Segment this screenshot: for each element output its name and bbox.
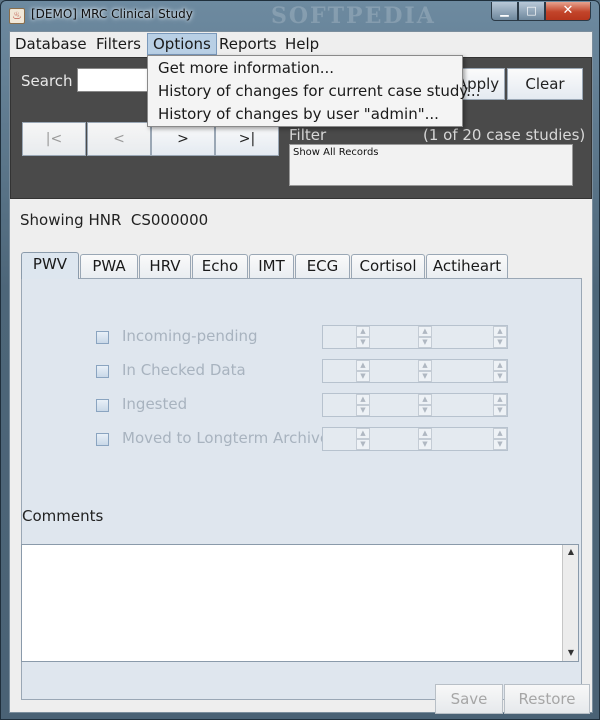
spin-down-icon[interactable]: ▼ [356, 439, 370, 450]
status-label: Ingested [122, 395, 188, 413]
spin-up-icon[interactable]: ▲ [418, 394, 432, 405]
spin-up-icon[interactable]: ▲ [493, 326, 507, 337]
app-icon[interactable]: ♨ [9, 8, 25, 24]
spin-up-icon[interactable]: ▲ [493, 360, 507, 371]
date-stepper[interactable]: ▲ ▼ ▲ ▼ ▲ ▼ [322, 427, 508, 451]
menu-options[interactable]: Options [147, 33, 217, 55]
status-row: In Checked Data ▲ ▼ ▲ ▼ ▲ ▼ [22, 359, 583, 383]
tab-cortisol[interactable]: Cortisol [351, 254, 425, 278]
status-label: Incoming-pending [122, 327, 258, 345]
spin-down-icon[interactable]: ▼ [418, 337, 432, 348]
spin-up-icon[interactable]: ▲ [356, 360, 370, 371]
spin-up-icon[interactable]: ▲ [493, 428, 507, 439]
client-area: Database Filters Options Reports Help Se… [9, 31, 593, 714]
spin-up-icon[interactable]: ▲ [356, 394, 370, 405]
record-indicator: Showing HNR CS000000 [20, 211, 208, 229]
close-button[interactable]: ✕ [545, 2, 591, 21]
spin-up-icon[interactable]: ▲ [418, 428, 432, 439]
menu-database[interactable]: Database [10, 33, 92, 55]
spin-down-icon[interactable]: ▼ [418, 439, 432, 450]
incoming-pending-checkbox[interactable] [96, 331, 109, 344]
date-stepper[interactable]: ▲ ▼ ▲ ▼ ▲ ▼ [322, 393, 508, 417]
ingested-checkbox[interactable] [96, 399, 109, 412]
filter-count: (1 of 20 case studies) [423, 126, 586, 144]
date-stepper[interactable]: ▲ ▼ ▲ ▼ ▲ ▼ [322, 325, 508, 349]
record-id: CS000000 [130, 211, 209, 229]
spin-down-icon[interactable]: ▼ [356, 405, 370, 416]
tab-imt[interactable]: IMT [249, 254, 294, 278]
spin-up-icon[interactable]: ▲ [493, 394, 507, 405]
spin-down-icon[interactable]: ▼ [356, 337, 370, 348]
spin-down-icon[interactable]: ▼ [418, 405, 432, 416]
save-button[interactable]: Save [435, 684, 503, 714]
tab-pwa[interactable]: PWA [80, 254, 138, 278]
spin-down-icon[interactable]: ▼ [356, 371, 370, 382]
filter-list-item[interactable]: Show All Records [293, 147, 379, 158]
menu-reports[interactable]: Reports [214, 33, 282, 55]
search-label: Search [21, 72, 73, 90]
application-window: ♨ [DEMO] MRC Clinical Study SOFTPEDIA ▁ … [0, 0, 600, 720]
window-title: [DEMO] MRC Clinical Study [31, 7, 193, 21]
status-row: Ingested ▲ ▼ ▲ ▼ ▲ ▼ [22, 393, 583, 417]
status-row: Incoming-pending ▲ ▼ ▲ ▼ ▲ ▼ [22, 325, 583, 349]
filter-list[interactable]: Show All Records [289, 144, 573, 186]
spin-up-icon[interactable]: ▲ [418, 360, 432, 371]
next-record-button[interactable]: > [151, 122, 215, 156]
tab-pwv[interactable]: PWV [21, 252, 79, 279]
tab-actiheart[interactable]: Actiheart [426, 254, 508, 278]
status-row: Moved to Longterm Archive ▲ ▼ ▲ ▼ ▲ ▼ [22, 427, 583, 451]
spin-down-icon[interactable]: ▼ [493, 439, 507, 450]
status-label: In Checked Data [122, 361, 246, 379]
comments-label: Comments [22, 507, 104, 525]
menu-help[interactable]: Help [280, 33, 324, 55]
options-dropdown: Get more information... History of chang… [147, 55, 480, 127]
menu-filters[interactable]: Filters [91, 33, 146, 55]
first-record-button[interactable]: |< [22, 122, 86, 156]
minimize-button[interactable]: ▁ [491, 2, 518, 21]
status-label: Moved to Longterm Archive [122, 429, 330, 447]
filter-label: Filter [289, 126, 327, 144]
title-bar[interactable]: ♨ [DEMO] MRC Clinical Study SOFTPEDIA ▁ … [1, 1, 600, 31]
tab-ecg[interactable]: ECG [295, 254, 350, 278]
date-stepper[interactable]: ▲ ▼ ▲ ▼ ▲ ▼ [322, 359, 508, 383]
menu-item-history-by-user[interactable]: History of changes by user "admin"... [158, 105, 439, 127]
spin-up-icon[interactable]: ▲ [356, 428, 370, 439]
last-record-button[interactable]: >| [215, 122, 279, 156]
spin-up-icon[interactable]: ▲ [356, 326, 370, 337]
spin-up-icon[interactable]: ▲ [418, 326, 432, 337]
in-checked-data-checkbox[interactable] [96, 365, 109, 378]
comments-textarea[interactable] [21, 544, 579, 662]
spin-down-icon[interactable]: ▼ [493, 337, 507, 348]
showing-label: Showing HNR [20, 211, 122, 229]
menu-item-history-current-case[interactable]: History of changes for current case stud… [158, 82, 480, 104]
menu-item-get-more-information[interactable]: Get more information... [158, 59, 334, 81]
spin-down-icon[interactable]: ▼ [418, 371, 432, 382]
spin-down-icon[interactable]: ▼ [493, 371, 507, 382]
spin-down-icon[interactable]: ▼ [493, 405, 507, 416]
restore-button[interactable]: Restore [504, 684, 590, 714]
tab-hrv[interactable]: HRV [139, 254, 191, 278]
menu-bar: Database Filters Options Reports Help [10, 32, 592, 56]
previous-record-button[interactable]: < [87, 122, 151, 156]
maximize-button[interactable]: □ [518, 2, 545, 21]
watermark: SOFTPEDIA [271, 3, 436, 29]
tab-echo[interactable]: Echo [192, 254, 248, 278]
clear-button[interactable]: Clear [507, 68, 583, 100]
moved-to-archive-checkbox[interactable] [96, 433, 109, 446]
